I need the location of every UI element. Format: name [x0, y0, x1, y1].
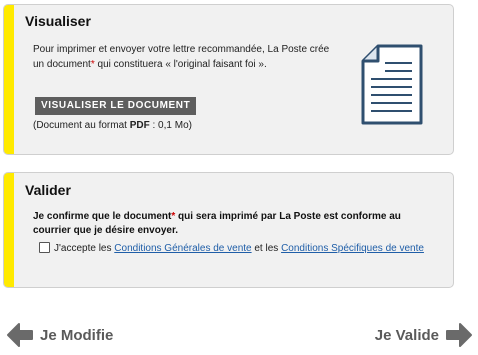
accept-middle: et les — [251, 243, 282, 254]
visualiser-description-text-2: qui constituera « l'original faisant foi… — [94, 59, 267, 70]
je-modifie-button[interactable]: Je Modifie — [6, 322, 113, 348]
je-modifie-label: Je Modifie — [40, 326, 114, 344]
accept-prefix: J'accepte les — [54, 243, 115, 254]
document-format-info: (Document au format PDF : 0,1 Mo) — [33, 120, 192, 131]
panel-accent-stripe — [4, 5, 14, 154]
format-type: PDF — [129, 120, 150, 131]
format-size: : 0,1 Mo) — [149, 120, 192, 131]
je-valide-label: Je Valide — [374, 326, 439, 344]
csv-link[interactable]: Conditions Spécifiques de vente — [281, 243, 424, 254]
format-prefix: (Document au format — [33, 120, 130, 131]
arrow-right-icon — [445, 322, 473, 348]
je-valide-button[interactable]: Je Valide — [375, 322, 473, 348]
panel-accent-stripe — [4, 173, 14, 287]
confirmation-text: Je confirme que le document — [33, 211, 172, 222]
valider-panel: Valider Je confirme que le document* qui… — [3, 172, 454, 288]
confirmation-statement: Je confirme que le document* qui sera im… — [33, 210, 413, 238]
visualiser-panel: Visualiser Pour imprimer et envoyer votr… — [3, 4, 454, 155]
visualiser-document-button[interactable]: VISUALISER LE DOCUMENT — [35, 97, 197, 115]
terms-acceptance-row: J'accepte les Conditions Générales de ve… — [33, 241, 433, 257]
document-icon — [360, 44, 424, 131]
accept-terms-checkbox[interactable] — [39, 242, 50, 253]
visualiser-description: Pour imprimer et envoyer votre lettre re… — [33, 42, 343, 72]
valider-title: Valider — [25, 182, 71, 198]
visualiser-title: Visualiser — [25, 13, 91, 29]
arrow-left-icon — [6, 322, 34, 348]
cgv-link[interactable]: Conditions Générales de vente — [114, 243, 251, 254]
